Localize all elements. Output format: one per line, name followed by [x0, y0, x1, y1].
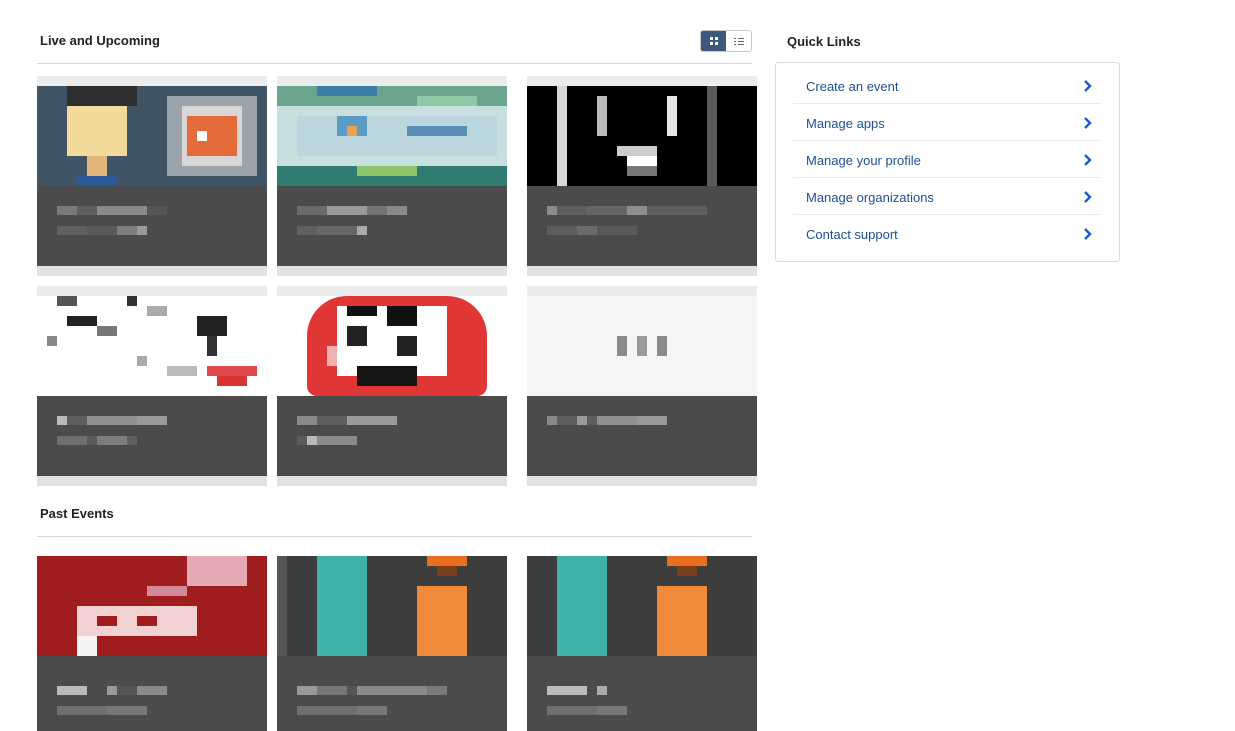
quick-link-label: Contact support [806, 227, 898, 242]
quick-link-create-event[interactable]: Create an event [793, 67, 1102, 104]
event-info [277, 186, 507, 266]
quick-links-title: Quick Links [787, 34, 861, 49]
event-thumbnail [37, 556, 267, 656]
quick-link-label: Create an event [806, 79, 899, 94]
event-thumbnail [527, 296, 757, 396]
live-upcoming-header: Live and Upcoming [37, 30, 752, 64]
quick-links-list: Create an event Manage apps Manage your … [775, 62, 1120, 262]
event-info [527, 656, 757, 731]
grid-view-button[interactable] [701, 31, 726, 51]
event-info [37, 396, 267, 476]
chevron-right-icon [1084, 228, 1092, 240]
event-info [37, 656, 267, 731]
quick-link-manage-organizations[interactable]: Manage organizations [793, 178, 1102, 215]
quick-link-manage-profile[interactable]: Manage your profile [793, 141, 1102, 178]
event-card[interactable] [37, 556, 267, 731]
event-thumbnail [277, 86, 507, 186]
list-view-button[interactable] [726, 31, 751, 51]
past-events-title: Past Events [40, 506, 114, 521]
quick-link-contact-support[interactable]: Contact support [793, 215, 1102, 251]
quick-link-manage-apps[interactable]: Manage apps [793, 104, 1102, 141]
event-thumbnail [277, 296, 507, 396]
live-upcoming-title: Live and Upcoming [40, 33, 160, 48]
event-card[interactable] [277, 556, 507, 731]
list-view-icon [733, 37, 744, 45]
event-thumbnail [277, 556, 507, 656]
quick-link-label: Manage organizations [806, 190, 934, 205]
chevron-right-icon [1084, 191, 1092, 203]
quick-link-label: Manage your profile [806, 153, 921, 168]
chevron-right-icon [1084, 80, 1092, 92]
chevron-right-icon [1084, 117, 1092, 129]
view-toggle [700, 30, 752, 52]
event-card[interactable] [527, 556, 757, 731]
event-info [527, 396, 757, 476]
past-events-header: Past Events [37, 504, 752, 537]
event-info [37, 186, 267, 266]
event-thumbnail [527, 556, 757, 656]
quick-link-label: Manage apps [806, 116, 885, 131]
chevron-right-icon [1084, 154, 1092, 166]
event-info [277, 396, 507, 476]
event-info [277, 656, 507, 731]
grid-view-icon [709, 37, 718, 45]
event-info [527, 186, 757, 266]
event-thumbnail [527, 86, 757, 186]
event-thumbnail [37, 296, 267, 396]
event-thumbnail [37, 86, 267, 186]
